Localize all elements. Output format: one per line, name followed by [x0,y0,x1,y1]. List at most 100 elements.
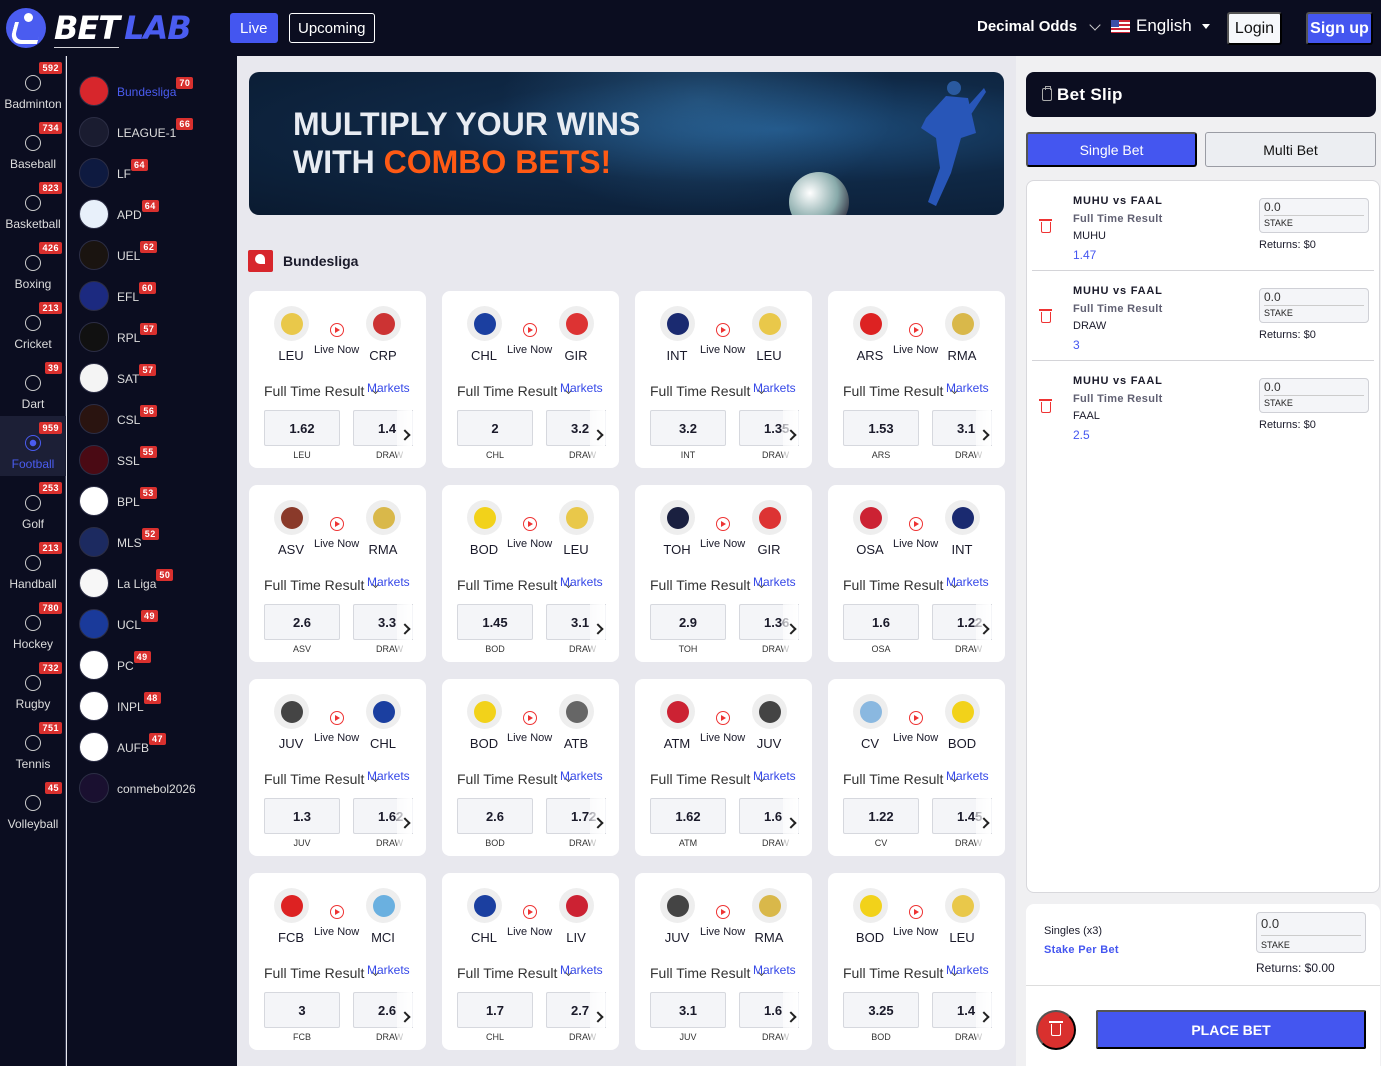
markets-link[interactable]: Markets [560,769,603,783]
league-item[interactable]: EFL 60 [67,275,237,316]
live-play-icon[interactable] [909,711,923,725]
live-play-icon[interactable] [716,905,730,919]
league-item[interactable]: RPL 57 [67,316,237,357]
market-select[interactable]: Full Time Result [457,383,557,399]
home-odd-button[interactable]: 1.7 [457,992,533,1028]
home-odd-button[interactable]: 2.9 [650,604,726,640]
live-play-icon[interactable] [716,323,730,337]
match-card[interactable]: Live Now LEU CRP Full Time Result Markets 1.6… [249,291,426,468]
home-odd-button[interactable]: 1.62 [264,410,340,446]
sport-item-cricket[interactable]: 213 Cricket [0,296,66,356]
live-play-icon[interactable] [330,711,344,725]
markets-link[interactable]: Markets [946,769,989,783]
home-odd-button[interactable]: 1.3 [264,798,340,834]
market-select[interactable]: Full Time Result [650,965,750,981]
stake-input[interactable]: 0.0 STAKE [1259,378,1369,413]
live-play-icon[interactable] [330,517,344,531]
markets-link[interactable]: Markets [753,575,796,589]
league-item[interactable]: LEAGUE-1 66 [67,111,237,152]
tab-single-bet[interactable]: Single Bet [1026,132,1197,167]
market-select[interactable]: Full Time Result [457,965,557,981]
sport-item-tennis[interactable]: 751 Tennis [0,716,66,776]
signup-button[interactable]: Sign up [1306,12,1373,45]
live-play-icon[interactable] [330,905,344,919]
sport-item-badminton[interactable]: 592 Badminton [0,56,66,116]
match-card[interactable]: Live Now OSA INT Full Time Result Markets 1.6… [828,485,1005,662]
sport-item-baseball[interactable]: 734 Baseball [0,116,66,176]
sport-item-golf[interactable]: 253 Golf [0,476,66,536]
live-play-icon[interactable] [523,323,537,337]
markets-link[interactable]: Markets [367,963,410,977]
match-card[interactable]: Live Now FCB MCI Full Time Result Markets 3 2.… [249,873,426,1050]
home-odd-button[interactable]: 2.6 [264,604,340,640]
live-play-icon[interactable] [909,323,923,337]
match-card[interactable]: Live Now ARS RMA Full Time Result Markets 1.5… [828,291,1005,468]
odds-format-select[interactable]: Decimal Odds [977,18,1101,35]
home-odd-button[interactable]: 3.1 [650,992,726,1028]
league-item[interactable]: APD 64 [67,193,237,234]
market-select[interactable]: Full Time Result [264,383,364,399]
home-odd-button[interactable]: 3 [264,992,340,1028]
live-play-icon[interactable] [909,517,923,531]
league-item[interactable]: UEL 62 [67,234,237,275]
language-select[interactable]: English [1111,16,1210,36]
match-card[interactable]: Live Now ATM JUV Full Time Result Markets 1.6… [635,679,812,856]
league-item[interactable]: MLS 52 [67,521,237,562]
home-odd-button[interactable]: 2 [457,410,533,446]
live-play-icon[interactable] [909,905,923,919]
league-item[interactable]: AUFB 47 [67,726,237,767]
market-select[interactable]: Full Time Result [264,577,364,593]
live-play-icon[interactable] [716,711,730,725]
upcoming-button[interactable]: Upcoming [289,13,375,43]
markets-link[interactable]: Markets [560,575,603,589]
league-item[interactable]: CSL 56 [67,398,237,439]
stake-input[interactable]: 0.0 STAKE [1259,288,1369,323]
match-card[interactable]: Live Now BOD ATB Full Time Result Markets 2.6… [442,679,619,856]
markets-link[interactable]: Markets [367,769,410,783]
match-card[interactable]: Live Now JUV CHL Full Time Result Markets 1.3… [249,679,426,856]
league-item[interactable]: INPL 48 [67,685,237,726]
live-play-icon[interactable] [330,323,344,337]
market-select[interactable]: Full Time Result [843,965,943,981]
sport-item-dart[interactable]: 39 Dart [0,356,66,416]
match-card[interactable]: Live Now JUV RMA Full Time Result Markets 3.1… [635,873,812,1050]
markets-link[interactable]: Markets [367,575,410,589]
market-select[interactable]: Full Time Result [843,771,943,787]
match-card[interactable]: Live Now TOH GIR Full Time Result Markets 2.9… [635,485,812,662]
markets-link[interactable]: Markets [946,381,989,395]
trash-icon[interactable] [1039,309,1052,323]
live-play-icon[interactable] [523,905,537,919]
sport-item-rugby[interactable]: 732 Rugby [0,656,66,716]
sport-item-football[interactable]: 959 Football [0,416,66,476]
match-card[interactable]: Live Now CHL LIV Full Time Result Markets 1.7… [442,873,619,1050]
markets-link[interactable]: Markets [753,769,796,783]
promo-banner[interactable]: MULTIPLY YOUR WINS WITH COMBO BETS! [249,72,1004,215]
match-card[interactable]: Live Now ASV RMA Full Time Result Markets 2.6… [249,485,426,662]
live-play-icon[interactable] [523,517,537,531]
markets-link[interactable]: Markets [560,963,603,977]
market-select[interactable]: Full Time Result [650,577,750,593]
league-item[interactable]: BPL 53 [67,480,237,521]
live-button[interactable]: Live [230,13,278,43]
stake-per-bet-input[interactable]: 0.0 STAKE [1256,912,1366,953]
market-select[interactable]: Full Time Result [457,771,557,787]
market-select[interactable]: Full Time Result [843,383,943,399]
market-select[interactable]: Full Time Result [650,771,750,787]
match-card[interactable]: Live Now CHL GIR Full Time Result Markets 2 3.… [442,291,619,468]
home-odd-button[interactable]: 3.2 [650,410,726,446]
sport-item-hockey[interactable]: 780 Hockey [0,596,66,656]
markets-link[interactable]: Markets [753,963,796,977]
home-odd-button[interactable]: 1.6 [843,604,919,640]
home-odd-button[interactable]: 3.25 [843,992,919,1028]
league-item[interactable]: PC 49 [67,644,237,685]
betlab-logo[interactable]: BET LAB [6,8,192,48]
stake-input[interactable]: 0.0 STAKE [1259,198,1369,233]
market-select[interactable]: Full Time Result [650,383,750,399]
live-play-icon[interactable] [523,711,537,725]
market-select[interactable]: Full Time Result [264,771,364,787]
sport-item-volleyball[interactable]: 45 Volleyball [0,776,66,836]
place-bet-button[interactable]: PLACE BET [1096,1010,1366,1049]
login-button[interactable]: Login [1227,12,1282,45]
markets-link[interactable]: Markets [560,381,603,395]
market-select[interactable]: Full Time Result [843,577,943,593]
